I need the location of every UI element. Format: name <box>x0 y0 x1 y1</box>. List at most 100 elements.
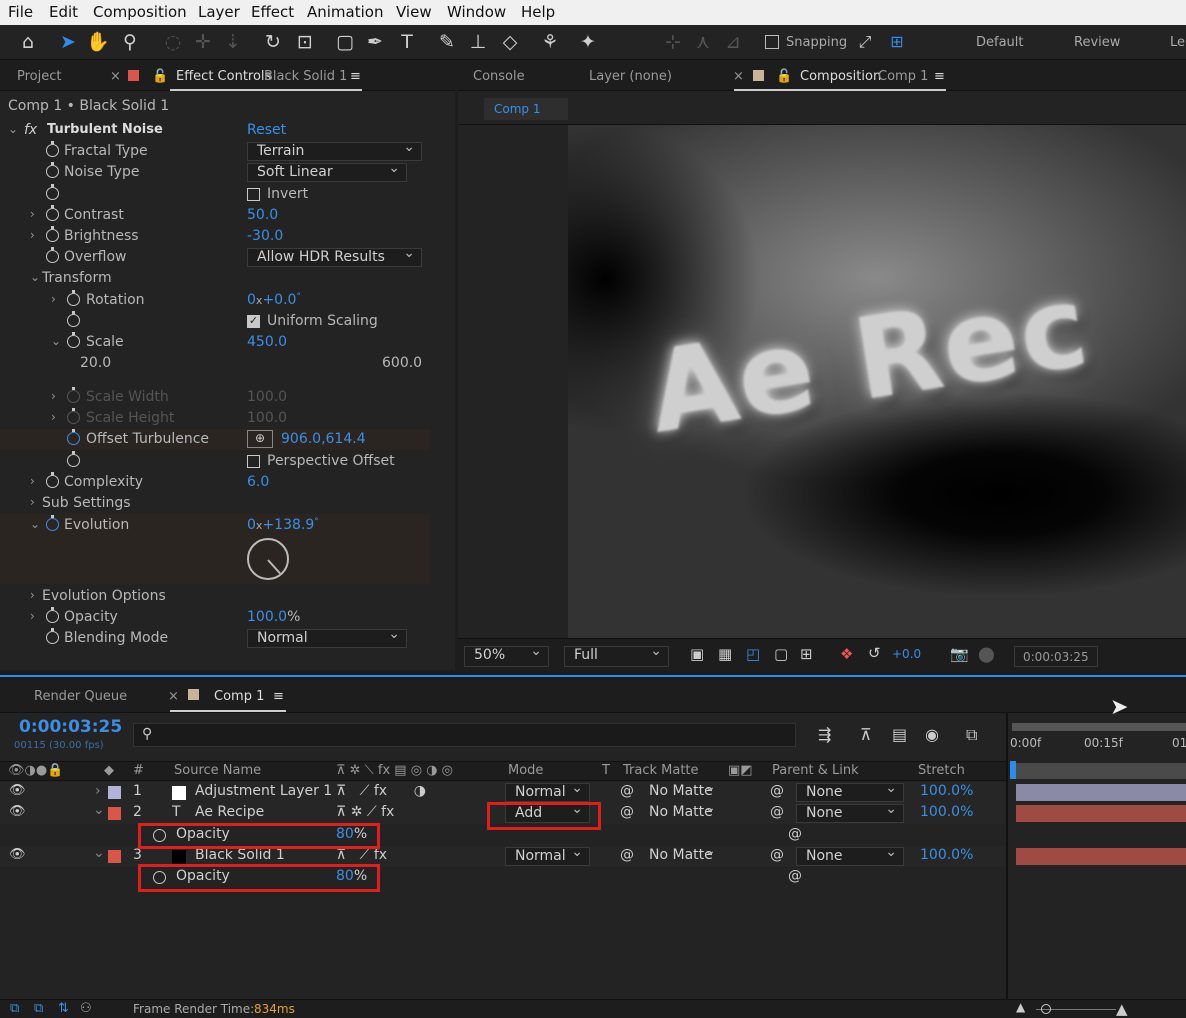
stopwatch-icon[interactable] <box>46 607 59 623</box>
chevron-right-icon[interactable]: › <box>30 495 35 509</box>
selection-tool-icon[interactable]: ➤ <box>55 29 81 55</box>
eye-icon[interactable]: 👁 <box>9 783 26 798</box>
zoom-out-icon[interactable]: ▲ <box>1016 1000 1025 1014</box>
brightness-value[interactable]: -30.0 <box>247 228 283 244</box>
stopwatch-icon[interactable] <box>67 311 80 327</box>
perspective-checkbox[interactable] <box>247 455 260 468</box>
source-name-header[interactable]: Source Name <box>174 763 261 778</box>
stopwatch-active-icon[interactable] <box>67 429 80 445</box>
chevron-right-icon[interactable]: › <box>51 389 56 403</box>
stopwatch-icon[interactable] <box>46 162 59 178</box>
eye-icon[interactable]: 👁 <box>9 847 26 862</box>
layer-label-color[interactable] <box>108 807 121 820</box>
eraser-tool-icon[interactable]: ◇ <box>497 29 523 55</box>
snapshot-icon[interactable]: 📷 <box>950 645 969 663</box>
tab-composition[interactable]: Composition <box>800 69 881 84</box>
mask-visibility-icon[interactable]: ◰ <box>746 645 760 663</box>
menu-effect[interactable]: Effect <box>251 3 294 21</box>
hand-tool-icon[interactable]: ✋ <box>85 29 111 55</box>
stopwatch-icon[interactable] <box>67 290 80 306</box>
menu-composition[interactable]: Composition <box>93 3 187 21</box>
home-icon[interactable]: ⌂ <box>15 29 41 55</box>
world-axis-icon[interactable]: ⊿ <box>720 29 746 55</box>
layer-row-1[interactable]: 👁 › 1 Adjustment Layer 1 ⊼ ⟋ fx ◑ Normal… <box>0 779 1008 803</box>
tab-comp[interactable]: Comp 1 <box>214 689 264 704</box>
stopwatch-icon[interactable] <box>46 226 59 242</box>
parent-dropdown[interactable]: None <box>796 801 904 823</box>
scale-value[interactable]: 450.0 <box>247 334 287 350</box>
layer-switches[interactable]: ⊼ ⟋ fx <box>336 847 387 863</box>
layer-duration-bar-2[interactable] <box>1016 805 1186 822</box>
dolly-tool-icon[interactable]: ⇣ <box>220 29 246 55</box>
snap-edges-icon[interactable]: ⤢ <box>852 29 878 55</box>
contrast-value[interactable]: 50.0 <box>247 207 278 223</box>
pick-whip-icon[interactable]: @ <box>788 826 802 842</box>
chevron-down-icon[interactable]: ⌄ <box>93 845 105 861</box>
stretch-value[interactable]: 100.0% <box>920 804 973 820</box>
close-tab-icon[interactable]: × <box>110 69 121 84</box>
render-time-toggle-icon[interactable]: ⚇ <box>80 1001 92 1016</box>
zoom-tool-icon[interactable]: ⚲ <box>117 29 143 55</box>
mode-dropdown[interactable]: Normal <box>505 780 590 802</box>
stretch-value[interactable]: 100.0% <box>920 783 973 799</box>
mode-dropdown[interactable]: Normal <box>505 844 590 866</box>
layer-name[interactable]: Black Solid 1 <box>195 847 285 863</box>
layer-duration-bar-3[interactable] <box>1016 848 1186 865</box>
layer-switches-toggle-icon[interactable]: ⧉ <box>10 1001 19 1016</box>
brush-tool-icon[interactable]: ✎ <box>434 29 460 55</box>
stopwatch-icon[interactable] <box>67 332 80 348</box>
reset-button[interactable]: Reset <box>247 122 286 138</box>
region-of-interest-icon[interactable]: ▢ <box>774 645 788 663</box>
exposure-value[interactable]: +0.0 <box>892 647 921 661</box>
composition-canvas[interactable]: Ae Rec <box>568 125 1186 638</box>
resolution-dropdown[interactable]: Full <box>564 643 669 667</box>
color-channels-icon[interactable]: ❖ <box>840 645 853 663</box>
evolution-degrees[interactable]: +138.9 <box>262 517 314 533</box>
chevron-down-icon[interactable]: ⌄ <box>93 802 105 818</box>
puppet-pin-icon[interactable]: ✦ <box>575 29 601 55</box>
eye-icon[interactable]: 👁 <box>9 804 26 819</box>
layer-duration-bar-1[interactable] <box>1016 784 1186 801</box>
menu-window[interactable]: Window <box>447 3 506 21</box>
close-tab-icon[interactable]: × <box>733 69 744 84</box>
tab-layer[interactable]: Layer (none) <box>589 69 672 84</box>
layer-label-color[interactable] <box>108 850 121 863</box>
matte-link-icon[interactable]: @ <box>620 847 634 863</box>
type-tool-icon[interactable]: T <box>394 29 420 55</box>
align-icon[interactable]: ⊹ <box>660 29 686 55</box>
zoom-slider-knob[interactable] <box>1041 1004 1051 1014</box>
stopwatch-icon[interactable] <box>46 472 59 488</box>
noise-type-dropdown[interactable]: Soft Linear <box>247 160 407 182</box>
work-area-bar[interactable] <box>1012 723 1186 731</box>
panel-menu-icon[interactable]: ≡ <box>934 69 945 84</box>
fractal-type-dropdown[interactable]: Terrain <box>247 139 422 161</box>
snapping-checkbox[interactable] <box>765 35 779 49</box>
layer-name[interactable]: Adjustment Layer 1 <box>195 783 332 799</box>
stopwatch-icon[interactable] <box>46 184 59 200</box>
pick-whip-icon[interactable]: @ <box>770 847 784 863</box>
comp-flowchart-tab[interactable]: Comp 1 <box>484 98 568 120</box>
rotate-tool-icon[interactable]: ↻ <box>260 29 286 55</box>
chevron-right-icon[interactable]: › <box>30 474 35 488</box>
stopwatch-icon[interactable] <box>67 451 80 467</box>
chevron-down-icon[interactable]: ⌄ <box>8 122 18 136</box>
crosshair-icon[interactable]: ⊕ <box>247 430 273 448</box>
zoom-dropdown[interactable]: 50% <box>464 643 549 667</box>
motion-blur-icon[interactable]: ◉ <box>925 725 939 744</box>
chevron-down-icon[interactable]: ⌄ <box>30 517 40 531</box>
comp-mini-flowchart-icon[interactable]: ⇶ <box>818 725 831 744</box>
stopwatch-active-icon[interactable] <box>46 515 59 531</box>
workspace-review[interactable]: Review <box>1074 35 1120 50</box>
tab-effect-controls[interactable]: Effect Controls <box>176 69 271 84</box>
menu-view[interactable]: View <box>396 3 432 21</box>
grid-guides-icon[interactable]: ⊞ <box>800 645 813 663</box>
current-time-display[interactable]: 0:00:03:25 <box>1014 646 1098 667</box>
shy-layers-icon[interactable]: ⊼ <box>860 725 872 744</box>
close-tab-icon[interactable]: × <box>168 689 179 704</box>
graph-editor-icon[interactable]: ⧉ <box>966 725 977 745</box>
chevron-right-icon[interactable]: › <box>30 588 35 602</box>
track-matte-dropdown[interactable]: No Matte <box>640 800 722 823</box>
pan-tool-icon[interactable]: ✛ <box>190 29 216 55</box>
overflow-dropdown[interactable]: Allow HDR Results <box>247 245 422 267</box>
tab-console[interactable]: Console <box>473 69 525 84</box>
